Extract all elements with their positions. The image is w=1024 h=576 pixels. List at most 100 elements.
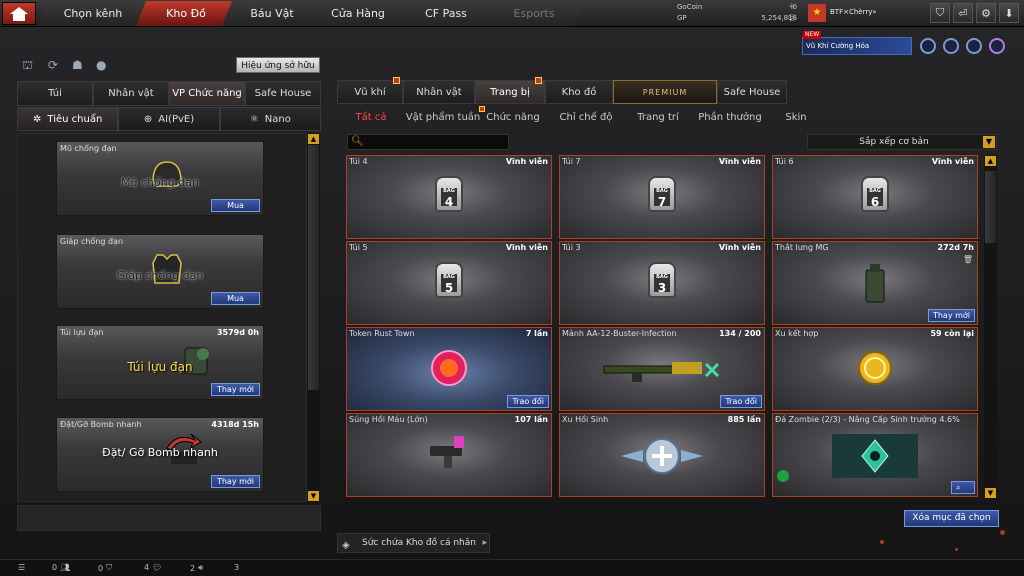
nav-tab-cf-pass[interactable]: CF Pass [394, 1, 498, 26]
download-icon[interactable]: ⬇ [999, 3, 1019, 23]
right-tab-trang-bi[interactable]: Trang bị [475, 77, 545, 104]
buy-button[interactable]: Mua [211, 292, 260, 305]
mg-belt-icon [865, 264, 885, 303]
right-tab-kho-do[interactable]: Kho đồ [545, 80, 613, 104]
item-card[interactable]: Thắt lưng MG 272d 7h 🗑︎ Thay mới [772, 241, 978, 325]
item-card[interactable]: Đá Zombie (2/3) - Nâng Cấp Sinh trưởng 4… [772, 413, 978, 497]
item-title: Túi 5 [349, 243, 368, 252]
trash-icon[interactable]: 🗑︎ [963, 255, 973, 264]
nav-tab-cua-hang[interactable]: Cửa Hàng [308, 1, 408, 26]
item-card[interactable]: Túi 7 Vĩnh viễn BAG 7 [559, 155, 765, 239]
category-phan-thuong[interactable]: Phần thưởng [689, 106, 771, 128]
coin-icon [858, 351, 892, 385]
add-icon[interactable]: + [788, 2, 796, 13]
nav-tab-esports[interactable]: Esports [484, 1, 584, 26]
left-item-card[interactable]: Mũ chống đạn Mũ chống đạn Mua [56, 141, 264, 216]
subtab-tieu-chuan[interactable]: ✲ Tiêu chuẩn [17, 107, 119, 131]
subtab-nano[interactable]: ⚛ Nano [219, 107, 321, 131]
scroll-up-icon[interactable]: ▲ [308, 134, 319, 144]
event-icon-4[interactable] [989, 38, 1005, 54]
status-item[interactable]: 4 💬︎ [144, 563, 162, 572]
clear-selected-button[interactable]: Xóa mục đã chọn [904, 510, 999, 527]
left-item-card[interactable]: Giáp chống đạn Giáp chống đạn Mua [56, 234, 264, 309]
game-window: Chọn kênh Kho Đồ Báu Vật Cửa Hàng CF Pas… [0, 0, 1024, 576]
item-card[interactable]: Xu kết hợp 59 còn lại [772, 327, 978, 411]
right-tab-nhan-vat[interactable]: Nhân vật [403, 80, 475, 104]
left-scrollbar[interactable]: ▲ ▼ [307, 133, 320, 502]
event-icon-2[interactable] [943, 38, 959, 54]
right-scrollbar[interactable]: ▲ ▼ [984, 155, 997, 499]
status-item[interactable]: 0 👥︎ [52, 563, 70, 572]
scroll-thumb[interactable] [985, 171, 996, 243]
item-card[interactable]: Túi 4 Vĩnh viễn BAG 4 [346, 155, 552, 239]
item-card[interactable]: Túi 6 Vĩnh viễn BAG 6 [772, 155, 978, 239]
item-card[interactable]: Token Rust Town 7 lần Trao đổi [346, 327, 552, 411]
scroll-thumb[interactable] [308, 145, 319, 390]
exchange-button[interactable]: Trao đổi [507, 395, 549, 408]
nav-tab-kho-do[interactable]: Kho Đồ [136, 1, 236, 26]
status-item[interactable]: 2 🔊︎ [190, 563, 203, 573]
category-tat-ca[interactable]: Tất cả [337, 106, 405, 128]
category-skin[interactable]: Skin [771, 106, 821, 128]
scroll-up-icon[interactable]: ▲ [985, 156, 996, 166]
gift-icon[interactable]: ⛫ [22, 58, 38, 74]
left-tab-nhan-vat[interactable]: Nhân vật [93, 81, 169, 106]
right-tab-premium[interactable]: PREMIUM [613, 80, 717, 104]
gear-icon[interactable]: ⚙ [976, 3, 996, 23]
shield-icon[interactable]: ⛉ [930, 3, 950, 23]
item-card[interactable]: Mảnh AA-12-Buster-Infection 134 / 200 Tr… [559, 327, 765, 411]
status-item[interactable]: 3 [234, 563, 239, 572]
renew-button[interactable]: Thay mới [211, 475, 260, 488]
item-title: Đá Zombie (2/3) - Nâng Cấp Sinh trưởng 4… [775, 415, 960, 424]
category-chuc-nang[interactable]: Chức năng [481, 106, 545, 128]
item-meta: 59 còn lại [930, 329, 974, 338]
search-input[interactable]: 🔍︎ [347, 134, 509, 150]
exit-icon[interactable]: ⏎ [953, 3, 973, 23]
item-card[interactable]: Xu Hồi Sinh 885 lần [559, 413, 765, 497]
category-chi-che-do[interactable]: Chỉ chế độ [545, 106, 627, 128]
search-detail-button[interactable]: ⌕ [951, 481, 975, 494]
promo-banner[interactable]: NEW Vũ Khí Cường Hóa [802, 31, 912, 55]
left-tab-safe-house[interactable]: Safe House [245, 81, 321, 106]
category-label: Vật phẩm tuần [405, 111, 481, 123]
scroll-down-icon[interactable]: ▼ [985, 488, 996, 498]
nav-tab-chon-kenh[interactable]: Chọn kênh [38, 1, 148, 26]
buy-button[interactable]: Mua [211, 199, 260, 212]
scroll-down-icon[interactable]: ▼ [308, 491, 319, 501]
left-tabs: Túi Nhân vật VP Chức năng Safe House [17, 81, 321, 106]
currency-panel: GoCoin 0 GP 5,254,816 [677, 2, 797, 24]
nav-tab-bau-vat[interactable]: Báu Vật [222, 1, 322, 26]
refresh-icon[interactable]: ⟳ [48, 58, 64, 74]
item-title: Giáp chống đạn [60, 237, 124, 246]
item-card[interactable]: Túi 3 Vĩnh viễn BAG 3 [559, 241, 765, 325]
left-tab-vp-chuc-nang[interactable]: VP Chức năng [169, 81, 245, 106]
grenade-icon[interactable]: ● [96, 58, 112, 74]
right-tab-safe-house[interactable]: Safe House [717, 80, 787, 104]
item-title: Túi 7 [562, 157, 581, 166]
exchange-button[interactable]: Trao đổi [720, 395, 762, 408]
home-button[interactable] [2, 2, 36, 25]
count: 2 [190, 563, 196, 573]
renew-button[interactable]: Thay mới [927, 309, 975, 322]
capacity-button[interactable]: ◈ Sức chứa Kho đồ cá nhân ▸ [337, 533, 490, 553]
category-trang-tri[interactable]: Trang trí [627, 106, 689, 128]
menu-icon[interactable]: ☰ [18, 563, 25, 572]
item-meta: Vĩnh viễn [931, 157, 974, 166]
category-vat-pham-tuan[interactable]: Vật phẩm tuần [405, 106, 485, 128]
event-icon-1[interactable] [920, 38, 936, 54]
left-item-card[interactable]: Túi lựu đạn 3579d 0h Túi lựu đạn Thay mớ… [56, 325, 264, 400]
event-icon-3[interactable] [966, 38, 982, 54]
sort-dropdown[interactable]: Sắp xếp cơ bản ▼ [807, 134, 997, 150]
status-item[interactable]: 0 ⛉ [98, 563, 112, 573]
renew-button[interactable]: Thay mới [211, 383, 260, 396]
right-tab-vu-khi[interactable]: Vũ khí [337, 77, 403, 104]
left-tab-tui[interactable]: Túi [17, 81, 93, 106]
left-item-card[interactable]: Đặt/Gỡ Bomb nhanh 4318d 15h Đặt/ Gỡ Bomb… [56, 417, 264, 492]
subtab-ai-pve[interactable]: ⊕ AI(PvE) [118, 107, 220, 131]
character-icon[interactable]: ☗ [72, 58, 88, 74]
item-art-text: Mũ chống đạn [121, 176, 199, 189]
item-card[interactable]: Túi 5 Vĩnh viễn BAG 5 [346, 241, 552, 325]
effects-button[interactable]: Hiệu ứng sở hữu [236, 57, 320, 73]
currency-add-icons[interactable]: + ◎ [788, 2, 796, 24]
item-card[interactable]: Súng Hồi Máu (Lớn) 107 lần [346, 413, 552, 497]
